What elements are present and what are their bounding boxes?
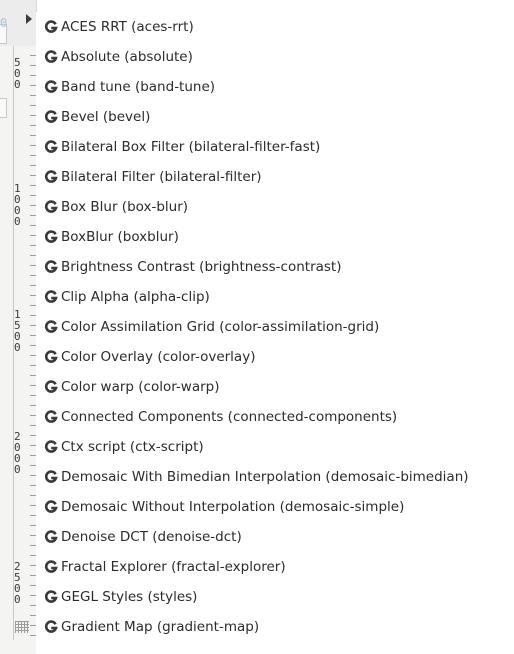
- menu-item[interactable]: Demosaic Without Interpolation (demosaic…: [36, 492, 514, 522]
- gegl-g-icon: [43, 289, 59, 305]
- gegl-g-icon: [43, 559, 59, 575]
- menu-item[interactable]: Ctx script (ctx-script): [36, 432, 514, 462]
- gegl-g-icon: [43, 529, 59, 545]
- menu-item[interactable]: Color Assimilation Grid (color-assimilat…: [36, 312, 514, 342]
- menu-item-label: Denoise DCT (denoise-dct): [61, 529, 242, 545]
- background-side-handle[interactable]: [0, 98, 7, 118]
- menu-item-label: Demosaic Without Interpolation (demosaic…: [61, 499, 405, 515]
- gegl-g-icon: [43, 349, 59, 365]
- ruler-label: 2500: [14, 560, 21, 606]
- ruler-label: 500: [14, 56, 21, 91]
- background-zero-text: 0: [0, 16, 8, 30]
- menu-item-label: Ctx script (ctx-script): [61, 439, 204, 455]
- gegl-g-icon: [43, 109, 59, 125]
- gegl-g-icon: [43, 79, 59, 95]
- menu-item[interactable]: Band tune (band-tune): [36, 72, 514, 102]
- grid-icon[interactable]: [15, 621, 29, 633]
- menu-item-label: Gradient Map (gradient-map): [61, 619, 260, 635]
- menu-item-label: Color warp (color-warp): [61, 379, 220, 395]
- gegl-g-icon: [43, 619, 59, 635]
- menu-item-label: Absolute (absolute): [61, 49, 193, 65]
- menu-item-label: Band tune (band-tune): [61, 79, 216, 95]
- menu-item-label: Demosaic With Bimedian Interpolation (de…: [61, 469, 469, 485]
- menu-item-label: Connected Components (connected-componen…: [61, 409, 398, 425]
- gegl-g-icon: [43, 259, 59, 275]
- menu-item-label: Clip Alpha (alpha-clip): [61, 289, 210, 305]
- gegl-g-icon: [43, 589, 59, 605]
- menu-item-label: Color Assimilation Grid (color-assimilat…: [61, 319, 380, 335]
- gegl-g-icon: [43, 469, 59, 485]
- menu-item-label: ACES RRT (aces-rrt): [61, 19, 194, 35]
- gegl-g-icon: [43, 409, 59, 425]
- menu-item[interactable]: Bilateral Filter (bilateral-filter): [36, 162, 514, 192]
- ruler-label: 2000: [14, 430, 21, 476]
- menu-item-label: Brightness Contrast (brightness-contrast…: [61, 259, 342, 275]
- menu-item[interactable]: Color warp (color-warp): [36, 372, 514, 402]
- ruler-label: 1500: [14, 308, 21, 354]
- gegl-g-icon: [43, 379, 59, 395]
- menu-item-label: Box Blur (box-blur): [61, 199, 189, 215]
- menu-item[interactable]: Fractal Explorer (fractal-explorer): [36, 552, 514, 582]
- menu-item[interactable]: Absolute (absolute): [36, 42, 514, 72]
- menu-item[interactable]: Denoise DCT (denoise-dct): [36, 522, 514, 552]
- menu-item-label: GEGL Styles (styles): [61, 589, 198, 605]
- menu-item[interactable]: Bevel (bevel): [36, 102, 514, 132]
- gegl-g-icon: [43, 439, 59, 455]
- menu-item-label: Bilateral Box Filter (bilateral-filter-f…: [61, 139, 321, 155]
- menu-item[interactable]: BoxBlur (boxblur): [36, 222, 514, 252]
- filter-popup-menu: ACES RRT (aces-rrt) Absolute (absolute) Ba…: [36, 12, 514, 654]
- menu-item[interactable]: Box Blur (box-blur): [36, 192, 514, 222]
- gegl-g-icon: [43, 199, 59, 215]
- menu-item[interactable]: GEGL Styles (styles): [36, 582, 514, 612]
- ruler-label: 1000: [14, 182, 21, 228]
- menu-item[interactable]: Bilateral Box Filter (bilateral-filter-f…: [36, 132, 514, 162]
- gegl-g-icon: [43, 169, 59, 185]
- gegl-g-icon: [43, 19, 59, 35]
- menu-item[interactable]: Color Overlay (color-overlay): [36, 342, 514, 372]
- gegl-g-icon: [43, 319, 59, 335]
- menu-item-label: Fractal Explorer (fractal-explorer): [61, 559, 286, 575]
- menu-item[interactable]: Brightness Contrast (brightness-contrast…: [36, 252, 514, 282]
- gegl-g-icon: [43, 499, 59, 515]
- menu-item-label: Color Overlay (color-overlay): [61, 349, 256, 365]
- expand-arrow-icon[interactable]: [26, 14, 32, 24]
- menu-item[interactable]: Connected Components (connected-componen…: [36, 402, 514, 432]
- menu-item[interactable]: Clip Alpha (alpha-clip): [36, 282, 514, 312]
- gegl-g-icon: [43, 229, 59, 245]
- menu-item-label: BoxBlur (boxblur): [61, 229, 179, 245]
- gegl-g-icon: [43, 49, 59, 65]
- gegl-g-icon: [43, 139, 59, 155]
- menu-item-label: Bilateral Filter (bilateral-filter): [61, 169, 262, 185]
- menu-item[interactable]: ACES RRT (aces-rrt): [36, 12, 514, 42]
- menu-item[interactable]: Gradient Map (gradient-map): [36, 612, 514, 642]
- menu-item-label: Bevel (bevel): [61, 109, 151, 125]
- menu-item[interactable]: Demosaic With Bimedian Interpolation (de…: [36, 462, 514, 492]
